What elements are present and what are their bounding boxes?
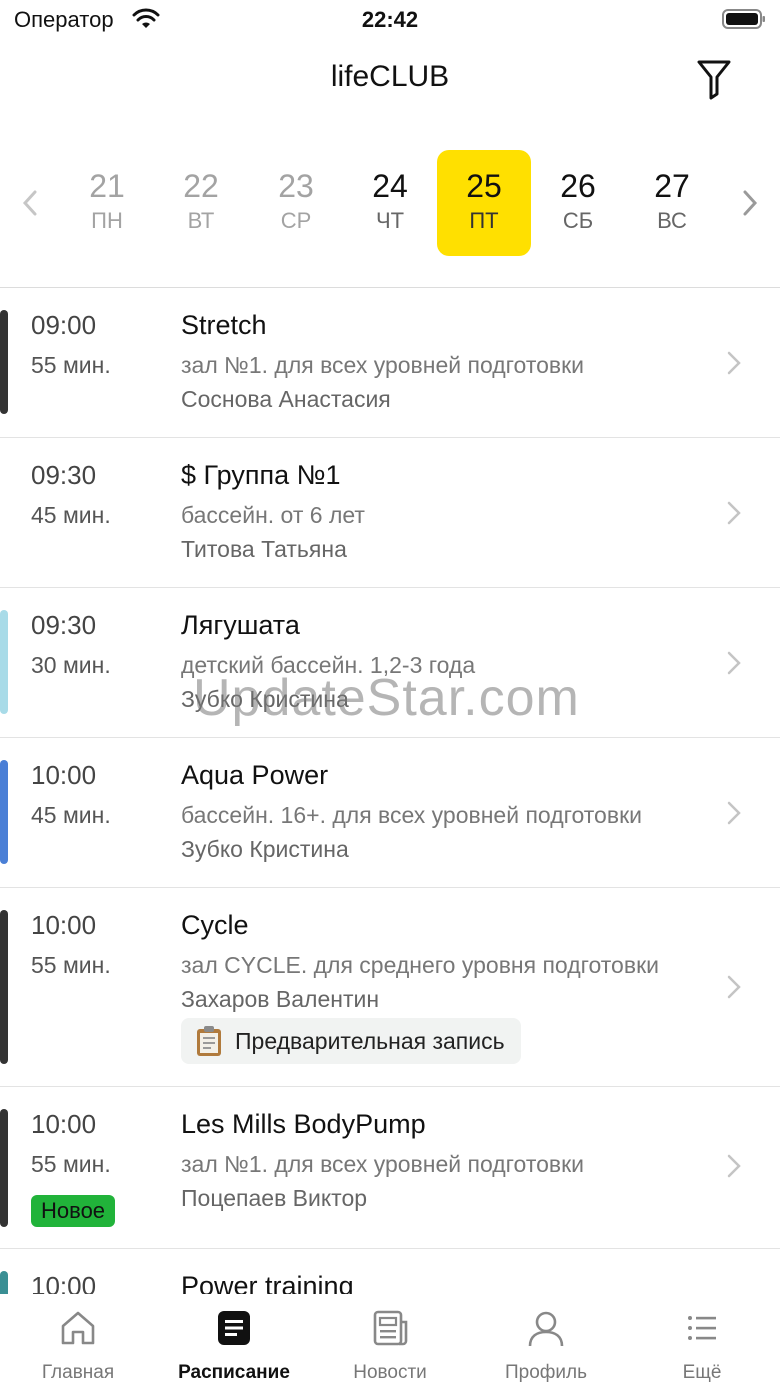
class-trainer: Соснова Анастасия	[181, 386, 391, 412]
tab-more[interactable]: Ещё	[624, 1308, 780, 1384]
class-place: зал №1. для всех уровней подготовки	[181, 352, 585, 378]
chevron-right-icon	[727, 351, 741, 375]
new-badge: Новое	[31, 1195, 116, 1227]
day-of-week: ВС	[657, 208, 687, 233]
class-color-bar	[0, 760, 8, 864]
day-of-week: ПТ	[469, 208, 499, 233]
pre-registration-tag: Предварительная запись	[181, 1018, 521, 1064]
day-of-week: ПН	[91, 208, 123, 233]
tab-home[interactable]: Главная	[0, 1308, 156, 1384]
class-color-bar	[0, 1109, 8, 1227]
class-trainer: Поцепаев Виктор	[181, 1185, 368, 1211]
tab-label: Профиль	[504, 1362, 588, 1383]
class-color-bar	[0, 610, 8, 714]
class-trainer: Титова Татьяна	[181, 536, 347, 562]
class-title: Cycle	[181, 910, 249, 940]
class-title: Лягушата	[181, 610, 300, 640]
profile-icon	[528, 1311, 564, 1347]
class-time: 10:00	[31, 1271, 97, 1294]
page-title: lifeCLUB	[330, 60, 450, 93]
day-number: 27	[654, 168, 690, 204]
home-icon	[61, 1311, 95, 1345]
chevron-right-icon	[727, 501, 741, 525]
class-color-bar	[0, 310, 8, 414]
class-time: 10:00	[31, 910, 97, 940]
chevron-left-icon[interactable]	[20, 188, 40, 218]
class-title: Power training	[181, 1271, 354, 1294]
tab-bar: Главная Расписание Новости Профиль Ещё	[0, 1294, 780, 1387]
day-of-week: ВТ	[187, 208, 215, 233]
filter-icon[interactable]	[696, 58, 732, 100]
class-row[interactable]: 09:30 45 мин. $ Группа №1 бассейн. от 6 …	[0, 438, 780, 588]
schedule-icon	[218, 1311, 250, 1345]
class-duration: 55 мин.	[31, 952, 111, 978]
day-number: 25	[466, 168, 502, 204]
day-24[interactable]: 24 ЧТ	[343, 150, 437, 256]
class-place: зал CYCLE. для среднего уровня подготовк…	[181, 952, 659, 978]
class-trainer: Зубко Кристина	[181, 836, 349, 862]
tab-label: Расписание	[178, 1362, 290, 1383]
tab-label: Новости	[353, 1362, 427, 1383]
chevron-right-icon[interactable]	[740, 188, 760, 218]
tab-label: Ещё	[682, 1362, 722, 1383]
class-time: 10:00	[31, 1109, 97, 1139]
status-time: 22:42	[361, 7, 419, 32]
day-of-week: ЧТ	[375, 208, 405, 233]
class-title: Les Mills BodyPump	[181, 1109, 426, 1139]
class-duration: 55 мин.	[31, 352, 111, 378]
day-27[interactable]: 27 ВС	[625, 150, 719, 256]
day-number: 21	[89, 168, 125, 204]
tab-profile[interactable]: Профиль	[468, 1308, 624, 1384]
day-number: 26	[560, 168, 596, 204]
chevron-right-icon	[727, 801, 741, 825]
schedule-list[interactable]: 09:00 55 мин. Stretch зал №1. для всех у…	[0, 288, 780, 1294]
class-duration: 30 мин.	[31, 652, 111, 678]
class-place: бассейн. от 6 лет	[181, 502, 365, 528]
day-number: 23	[278, 168, 314, 204]
class-row[interactable]: 10:00 45 мин. Aqua Power бассейн. 16+. д…	[0, 738, 780, 888]
class-row[interactable]: 10:00 55 мин. Новое Les Mills BodyPump з…	[0, 1087, 780, 1249]
more-icon	[688, 1316, 716, 1340]
news-icon	[373, 1310, 408, 1346]
class-color-bar	[0, 910, 8, 1064]
class-duration: 55 мин.	[31, 1151, 111, 1177]
class-color-bar	[0, 1271, 8, 1294]
day-of-week: СР	[280, 208, 312, 233]
battery-icon	[722, 9, 765, 29]
class-place: бассейн. 16+. для всех уровней подготовк…	[181, 802, 642, 828]
class-row[interactable]: 10:00 Power training	[0, 1249, 780, 1294]
status-bar: Оператор 22:42	[0, 0, 780, 40]
tab-schedule[interactable]: Расписание	[156, 1308, 312, 1384]
day-of-week: СБ	[562, 208, 594, 233]
day-21[interactable]: 21 ПН	[60, 150, 154, 256]
tab-label: Главная	[41, 1362, 115, 1383]
clipboard-icon	[197, 1026, 221, 1056]
class-trainer: Захаров Валентин	[181, 986, 380, 1012]
class-title: Aqua Power	[181, 760, 329, 790]
class-title: $ Группа №1	[181, 460, 341, 490]
class-duration: 45 мин.	[31, 802, 111, 828]
day-22[interactable]: 22 ВТ	[154, 150, 248, 256]
chevron-right-icon	[727, 1154, 741, 1178]
day-26[interactable]: 26 СБ	[531, 150, 625, 256]
class-time: 09:30	[31, 610, 97, 640]
day-25[interactable]: 25 ПТ	[437, 150, 531, 256]
day-number: 24	[372, 168, 408, 204]
class-row[interactable]: 10:00 55 мин. Cycle зал CYCLE. для средн…	[0, 888, 780, 1087]
class-duration: 45 мин.	[31, 502, 111, 528]
date-strip: 21 ПН 22 ВТ 23 СР 24 ЧТ 25 ПТ 26 СБ 27 В…	[0, 148, 780, 258]
class-place: зал №1. для всех уровней подготовки	[181, 1151, 585, 1177]
watermark: UpdateStar.com	[193, 669, 580, 727]
class-title: Stretch	[181, 310, 267, 340]
class-time: 10:00	[31, 760, 97, 790]
pre-registration-label: Предварительная запись	[235, 1027, 505, 1054]
chevron-right-icon	[727, 975, 741, 999]
tab-news[interactable]: Новости	[312, 1308, 468, 1384]
day-23[interactable]: 23 СР	[249, 150, 343, 256]
chevron-right-icon	[727, 651, 741, 675]
class-row[interactable]: 09:00 55 мин. Stretch зал №1. для всех у…	[0, 288, 780, 438]
class-time: 09:30	[31, 460, 97, 490]
class-time: 09:00	[31, 310, 97, 340]
day-number: 22	[183, 168, 219, 204]
